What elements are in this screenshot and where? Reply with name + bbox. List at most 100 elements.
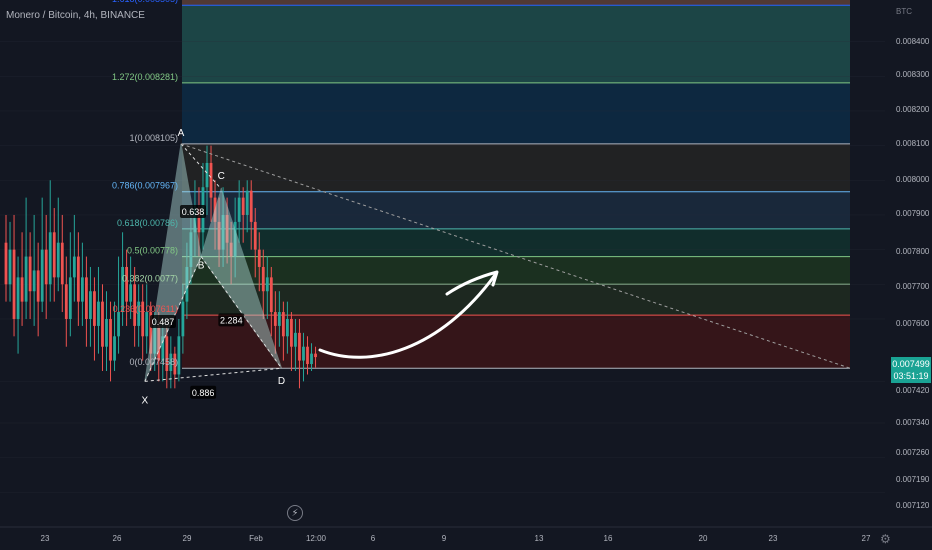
candle-body xyxy=(97,301,100,326)
candle-body xyxy=(277,312,281,326)
chart-title: Monero / Bitcoin, 4h, BINANCE xyxy=(6,10,145,21)
y-tick-label: 0.007190 xyxy=(896,475,930,484)
x-tick-label: 9 xyxy=(442,534,447,543)
current-price-badge: 0.007499 03:51:19 xyxy=(891,357,931,383)
fib-level-label: 1.618(0.008505) xyxy=(112,0,178,4)
y-tick-label: 0.007600 xyxy=(896,319,930,328)
candle-body xyxy=(181,301,185,337)
x-tick-label: 27 xyxy=(862,534,871,543)
candle-body xyxy=(145,312,149,337)
candle-body xyxy=(205,162,209,188)
candle-body xyxy=(281,312,285,337)
fib-zone xyxy=(182,5,850,83)
x-tick-label: 29 xyxy=(183,534,192,543)
candle-body xyxy=(117,312,120,337)
candle-body xyxy=(257,249,261,267)
candle-body xyxy=(52,232,56,278)
fib-level-label: 0.786(0.007967) xyxy=(112,181,178,191)
y-tick-label: 0.007900 xyxy=(896,209,930,218)
y-tick-label: 0.008100 xyxy=(896,139,930,148)
fib-zone xyxy=(182,284,850,316)
fib-zone xyxy=(182,191,850,229)
y-tick-label: 0.008200 xyxy=(896,105,930,114)
x-tick-label: 16 xyxy=(604,534,613,543)
pattern-ratio-label: 0.638 xyxy=(182,207,205,217)
pattern-ratio-label: 0.487 xyxy=(152,317,175,327)
candle-body xyxy=(32,270,36,292)
candle-body xyxy=(261,266,265,292)
pattern-ratio-label: 2.284 xyxy=(220,315,243,325)
candle-body xyxy=(76,256,80,302)
candle-body xyxy=(113,336,116,361)
x-tick-label: 26 xyxy=(113,534,122,543)
candle-body xyxy=(314,353,317,358)
y-tick-label: 0.007340 xyxy=(896,418,930,427)
candle-body xyxy=(8,249,12,285)
pattern-point-b: B xyxy=(198,261,205,272)
pattern-ratio-label: 0.886 xyxy=(192,388,215,398)
x-tick-label: 23 xyxy=(41,534,50,543)
fib-level-label: 0.236(0.007611) xyxy=(113,304,178,314)
candle-body xyxy=(245,190,249,215)
candle-body xyxy=(101,301,104,347)
x-tick-label: 23 xyxy=(769,534,778,543)
candle-body xyxy=(72,256,76,278)
pattern-point-c: C xyxy=(218,171,225,182)
candle-body xyxy=(294,332,297,347)
fib-zone xyxy=(182,82,850,144)
candle-body xyxy=(68,277,72,319)
candle-body xyxy=(12,249,16,319)
y-tick-label: 0.007120 xyxy=(896,501,930,510)
x-tick-label: 13 xyxy=(535,534,544,543)
fib-level-label: 0(0.007458) xyxy=(129,357,178,367)
candle-body xyxy=(36,270,40,302)
x-tick-label: Feb xyxy=(249,534,263,543)
pattern-point-x: X xyxy=(142,395,149,406)
y-tick-label: 0.008400 xyxy=(896,37,930,46)
y-tick-label: 0.007260 xyxy=(896,448,930,457)
y-tick-label: 0.007800 xyxy=(896,247,930,256)
x-tick-label: 20 xyxy=(699,534,708,543)
candle-body xyxy=(80,277,84,302)
lightning-icon[interactable]: ⚡ xyxy=(287,505,303,521)
candle-body xyxy=(273,312,277,326)
chart-canvas[interactable]: X A B C D 0.638 0.487 2.284 0.886 1.618(0.008505… xyxy=(0,0,932,550)
fib-zone xyxy=(182,228,850,257)
candle-body xyxy=(290,318,293,347)
candle-body xyxy=(265,277,269,292)
y-tick-label: 0.008300 xyxy=(896,70,930,79)
candle-body xyxy=(241,197,245,215)
axis-unit: BTC xyxy=(896,7,912,16)
fib-level-label: 0.382(0.0077) xyxy=(122,273,178,283)
y-tick-label: 0.007700 xyxy=(896,282,930,291)
x-tick-label: 12:00 xyxy=(306,534,327,543)
candle-body xyxy=(20,277,24,302)
countdown-timer: 03:51:19 xyxy=(893,371,929,381)
fib-zone xyxy=(182,143,850,192)
fib-zone-top xyxy=(182,0,850,6)
fib-zone xyxy=(182,256,850,285)
candle-body xyxy=(249,190,253,222)
candle-body xyxy=(28,256,32,292)
candle-body xyxy=(129,284,133,302)
candle-body xyxy=(16,277,20,319)
gear-icon[interactable]: ⚙ xyxy=(880,532,891,546)
candle-body xyxy=(209,162,213,198)
candle-body xyxy=(109,318,112,361)
candle-body xyxy=(310,353,313,365)
fib-level-label: 1(0.008105) xyxy=(129,133,178,143)
candle-body xyxy=(93,291,96,326)
candle-body xyxy=(44,249,48,285)
current-price-value: 0.007499 xyxy=(892,359,930,369)
fib-level-label: 0.5(0.00778) xyxy=(127,246,178,256)
pattern-point-d: D xyxy=(278,376,285,387)
candle-body xyxy=(4,242,8,285)
fib-level-label: 0.618(0.00786) xyxy=(117,218,178,228)
candle-body xyxy=(105,318,108,347)
candle-body xyxy=(306,346,309,365)
candle-body xyxy=(85,277,88,319)
candle-body xyxy=(177,336,181,375)
candle-body xyxy=(302,346,305,361)
candle-body xyxy=(298,332,301,361)
x-tick-label: 6 xyxy=(371,534,376,543)
